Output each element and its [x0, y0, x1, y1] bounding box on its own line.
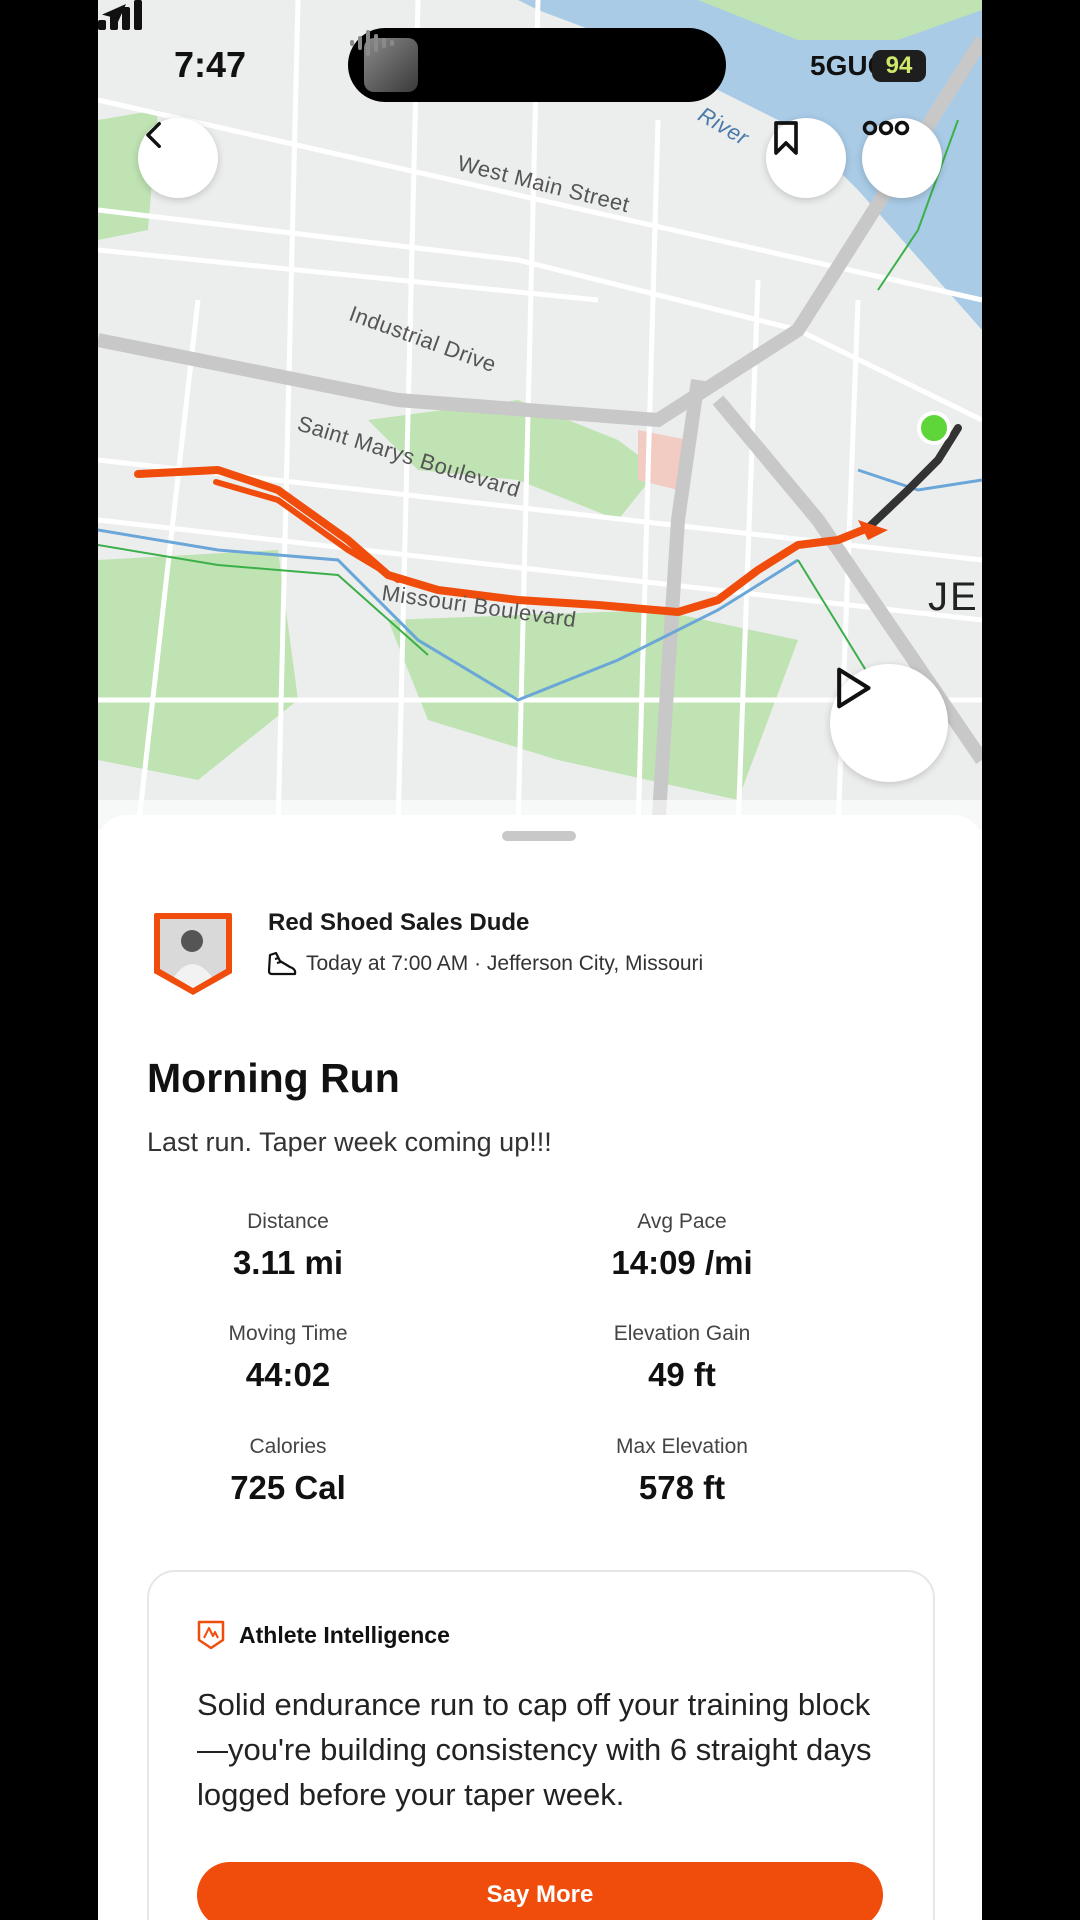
activity-sheet: Red Shoed Sales Dude Today at 7:00 AM · …	[98, 815, 982, 1920]
stat-value: 49 ft	[648, 1356, 716, 1393]
dynamic-island[interactable]	[348, 28, 726, 102]
stat-moving-time: Moving Time 44:02	[138, 1322, 438, 1394]
activity-meta-text: Today at 7:00 AM · Jefferson City, Misso…	[306, 952, 704, 975]
stat-avg-pace: Avg Pace 14:09 /mi	[532, 1210, 832, 1282]
chevron-left-icon	[146, 121, 161, 149]
more-icon	[862, 120, 910, 136]
stat-elevation-gain: Elevation Gain 49 ft	[532, 1322, 832, 1394]
stat-label: Elevation Gain	[613, 1322, 751, 1345]
athlete-intelligence-card: Athlete Intelligence Solid endurance run…	[147, 1570, 935, 1920]
more-options-button[interactable]	[862, 118, 942, 198]
play-icon	[837, 667, 871, 709]
ai-header: Athlete Intelligence	[197, 1620, 450, 1650]
stat-calories: Calories 725 Cal	[138, 1435, 438, 1507]
stat-label: Moving Time	[228, 1322, 348, 1345]
sheet-handle[interactable]	[502, 831, 576, 841]
battery-indicator: 94	[872, 50, 926, 82]
athlete-intelligence-icon	[197, 1620, 225, 1650]
play-flyover-button[interactable]	[830, 664, 948, 782]
route-map[interactable]: West Main Street Industrial Drive Saint …	[98, 0, 982, 830]
ai-summary: Solid endurance run to cap off your trai…	[197, 1687, 872, 1812]
stat-distance: Distance 3.11 mi	[138, 1210, 438, 1282]
shoe-icon	[267, 951, 297, 976]
athlete-name[interactable]: Red Shoed Sales Dude	[268, 909, 529, 937]
ai-title: Athlete Intelligence	[239, 1621, 450, 1648]
activity-description: Last run. Taper week coming up!!!	[147, 1127, 552, 1157]
stat-value: 14:09 /mi	[611, 1244, 753, 1281]
stat-label: Calories	[249, 1435, 327, 1458]
bookmark-icon	[774, 121, 798, 155]
stat-value: 578 ft	[638, 1469, 726, 1506]
bookmark-button[interactable]	[766, 118, 846, 198]
stat-value: 44:02	[245, 1356, 331, 1393]
back-button[interactable]	[138, 118, 218, 198]
say-more-button[interactable]: Say More	[197, 1862, 883, 1920]
stat-value: 725 Cal	[230, 1469, 346, 1506]
stat-max-elevation: Max Elevation 578 ft	[532, 1435, 832, 1507]
status-time: 7:47	[174, 44, 247, 85]
stat-label: Max Elevation	[616, 1435, 748, 1458]
phone-screen: West Main Street Industrial Drive Saint …	[98, 0, 982, 1920]
audio-wave-icon	[350, 30, 394, 56]
activity-meta: Today at 7:00 AM · Jefferson City, Misso…	[266, 949, 703, 979]
stat-label: Distance	[247, 1210, 329, 1233]
status-bar: 7:47 5GUC 94	[98, 0, 982, 130]
athlete-avatar[interactable]	[152, 911, 234, 997]
map-label-city: JE	[928, 575, 979, 619]
stat-label: Avg Pace	[637, 1210, 727, 1233]
signal-icon	[98, 0, 142, 30]
stat-value: 3.11 mi	[232, 1244, 344, 1281]
activity-title: Morning Run	[147, 1055, 400, 1101]
